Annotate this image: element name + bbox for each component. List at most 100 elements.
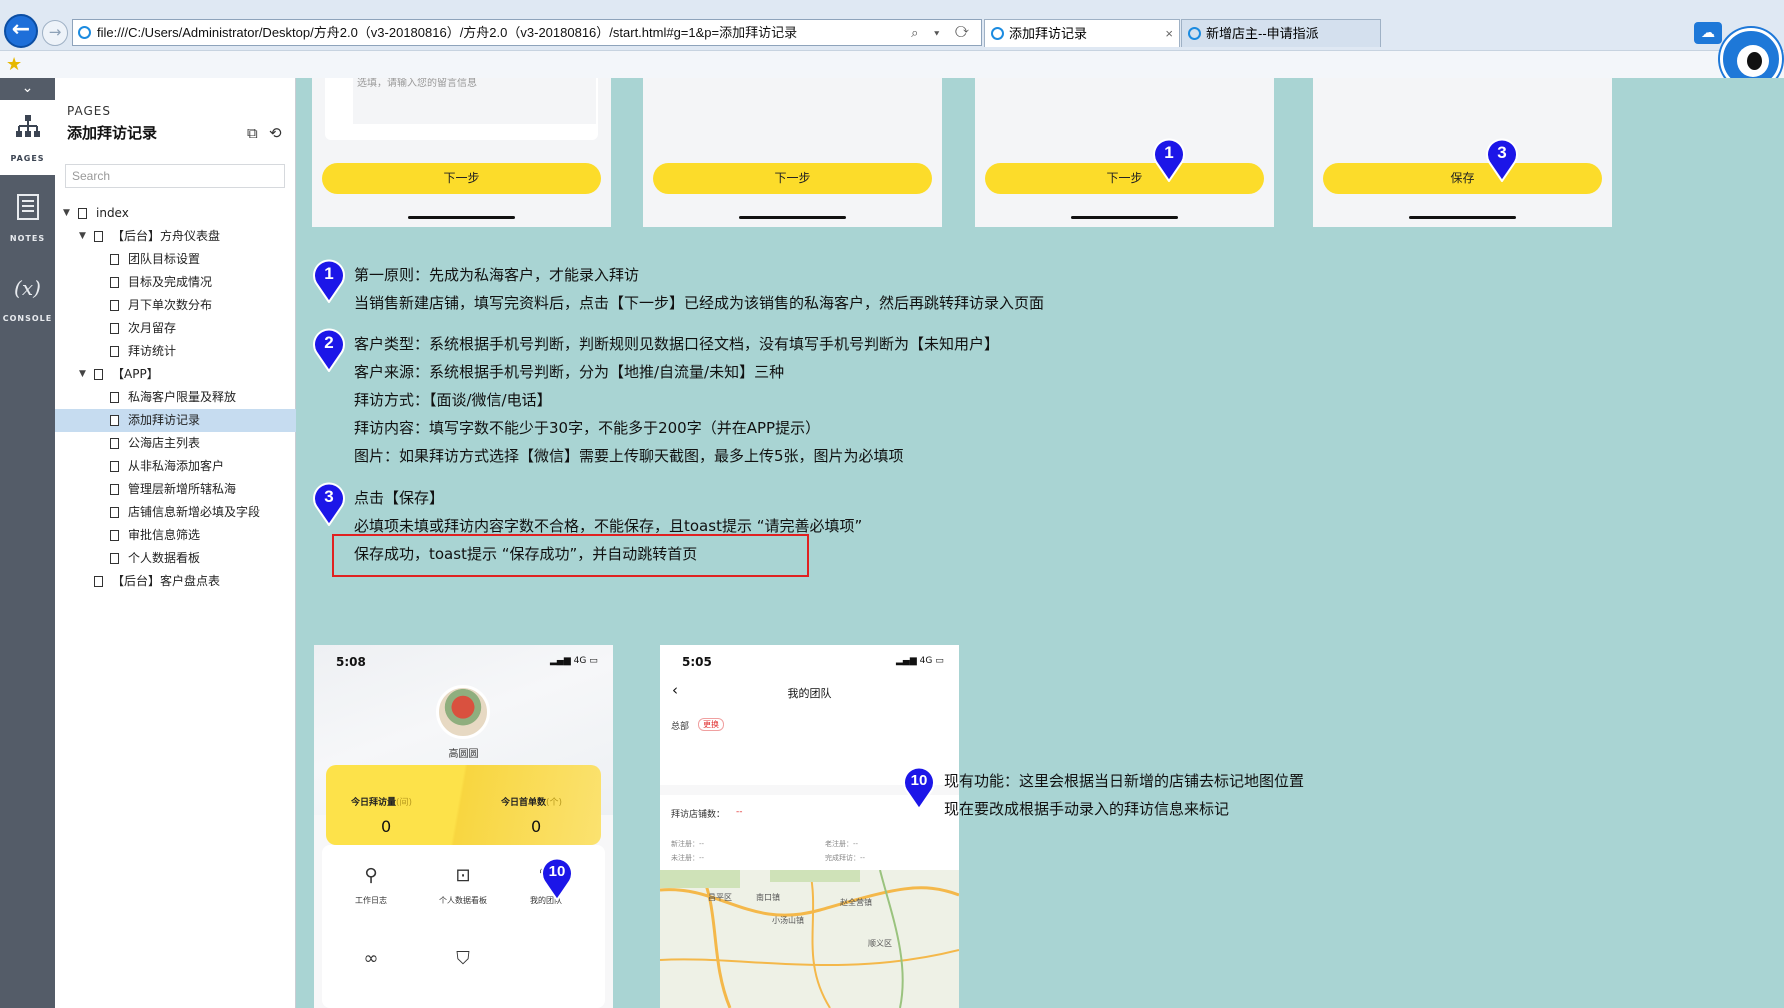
next-button[interactable]: 下一步 (322, 163, 601, 194)
tree-node[interactable]: ▼ 【APP】 (55, 363, 296, 386)
close-icon[interactable]: × (1165, 20, 1173, 47)
address-tools[interactable]: ⌕ ▾ ⟳ (911, 20, 975, 45)
tree-node[interactable]: 团队目标设置 (55, 248, 296, 271)
mini-stat: 老注册：-- (825, 840, 859, 848)
status-time: 5:08 (336, 655, 366, 669)
tree-node[interactable]: 次月留存 (55, 317, 296, 340)
tree-node[interactable]: 管理层新增所辖私海 (55, 478, 296, 501)
search-input[interactable] (65, 164, 285, 188)
tree-node[interactable]: 月下单次数分布 (55, 294, 296, 317)
tree-node[interactable]: ▼ index (55, 202, 296, 225)
user-name: 高圆圆 (448, 749, 479, 760)
next-button[interactable]: 下一步 (653, 163, 932, 194)
save-button[interactable]: 保存 (1323, 163, 1602, 194)
page-icon (110, 277, 119, 288)
tree-node-label: 管理层新增所辖私海 (128, 482, 237, 496)
screen-step-2: 下一步 (643, 78, 942, 227)
tree-node-label: 次月留存 (128, 321, 177, 335)
chart-icon[interactable]: ⊡ (443, 865, 483, 886)
panel-kicker: PAGES (67, 104, 111, 118)
tree-node[interactable]: 审批信息筛选 (55, 524, 296, 547)
mini-stat: 完成拜访：-- (825, 854, 866, 862)
tree-node[interactable]: 个人数据看板 (55, 547, 296, 570)
team-header: 5:05 ▂▄▆ 4G ▭ ‹ 我的团队 总部 更换 (660, 645, 959, 785)
page-title: 我的团队 (787, 687, 832, 700)
tab-add-visit-record[interactable]: 添加拜访记录 × (984, 19, 1180, 47)
annotation-pin-1[interactable]: 1 (312, 259, 346, 303)
mini-stat: 未注册：-- (671, 854, 705, 862)
glasses-icon[interactable]: ∞ (351, 948, 391, 969)
tree-node[interactable]: 【后台】客户盘点表 (55, 570, 296, 593)
map-label: 昌平区 (708, 893, 732, 902)
rail-label: NOTES (9, 234, 46, 243)
tree-node[interactable]: 公海店主列表 (55, 432, 296, 455)
stat-label: 今日首单数(个) (501, 798, 563, 808)
pin-number: 3 (1497, 143, 1507, 162)
next-button[interactable]: 下一步 (985, 163, 1264, 194)
tree-node-label: 【后台】客户盘点表 (112, 574, 221, 588)
network-label: 4G (573, 656, 587, 666)
menu-label[interactable]: 个人数据看板 (418, 895, 508, 906)
page-icon (110, 392, 119, 403)
tree-node[interactable]: 拜访统计 (55, 340, 296, 363)
annotation-line: 拜访方式：【面谈/微信/电话】 (354, 391, 552, 409)
page-icon (110, 323, 119, 334)
expand-toggle-icon[interactable]: ▼ (79, 225, 89, 248)
page-icon (94, 576, 103, 587)
bulb-icon[interactable]: ⚲ (351, 865, 391, 886)
rail-pages[interactable]: PAGES (0, 100, 55, 175)
home-indicator (1409, 216, 1516, 219)
tree-node[interactable]: ▼ 【后台】方舟仪表盘 (55, 225, 296, 248)
forward-arrow-icon[interactable]: → (42, 20, 68, 46)
expand-toggle-icon[interactable]: ▼ (63, 202, 73, 225)
annotation-pin-3[interactable]: 3 (312, 482, 346, 526)
annotation-pin-10-note[interactable]: 10 (902, 766, 936, 810)
annotation-line: 客户类型：系统根据手机号判断，判断规则见数据口径文档，没有填写手机号判断为【未知… (354, 335, 1000, 353)
tree-node[interactable]: 目标及完成情况 (55, 271, 296, 294)
screen-step-4: 保存 3 (1313, 78, 1612, 227)
stats-card: 今日拜访量(间) 0 今日首单数(个) 0 (326, 765, 601, 845)
tab-label: 新增店主--申请指派 (1206, 26, 1319, 41)
visit-value: -- (736, 807, 743, 817)
export-icon[interactable]: ⧉ (247, 124, 258, 142)
annotation-pin[interactable]: 3 (1485, 138, 1519, 182)
home-indicator (408, 216, 515, 219)
annotation-pin[interactable]: 1 (1152, 138, 1186, 182)
annotation-pin-10[interactable]: 10 (540, 857, 574, 901)
favorites-star-icon[interactable]: ★ (6, 54, 22, 75)
annotation-2-text: 客户类型：系统根据手机号判断，判断规则见数据口径文档，没有填写手机号判断为【未知… (354, 330, 999, 470)
chevron-down-icon[interactable]: ⌄ (0, 78, 55, 98)
pin-icon[interactable]: ⟲ (269, 124, 282, 142)
annotation-pin-2[interactable]: 2 (312, 328, 346, 372)
tree-node[interactable]: 私海客户限量及释放 (55, 386, 296, 409)
map-roads (660, 870, 959, 1008)
rail-console[interactable]: (x) CONSOLE (0, 260, 55, 335)
tree-node-label: index (96, 206, 129, 220)
shield-icon[interactable]: ⛉ (443, 948, 483, 969)
address-bar[interactable]: file:///C:/Users/Administrator/Desktop/方… (72, 19, 982, 46)
stat-value: 0 (381, 817, 392, 836)
visit-label: 拜访店铺数： (671, 810, 726, 820)
tree-node[interactable]: 店铺信息新增必填及字段 (55, 501, 296, 524)
tab-new-shop-owner[interactable]: 新增店主--申请指派 (1181, 19, 1381, 47)
pin-number: 3 (324, 487, 334, 506)
annotation-line: 客户来源：系统根据手机号判断，分为【地推/自流量/未知】三种 (354, 363, 785, 381)
tree-node-selected[interactable]: 添加拜访记录 (55, 409, 296, 432)
cloud-icon[interactable]: ☁ (1694, 22, 1722, 44)
network-label: 4G (919, 656, 933, 666)
rail-notes[interactable]: NOTES (0, 180, 55, 255)
tree-node-label: 团队目标设置 (128, 252, 201, 266)
pin-number: 10 (548, 863, 566, 880)
expand-toggle-icon[interactable]: ▼ (79, 363, 89, 386)
rail-label: CONSOLE (2, 314, 53, 323)
tree-node-label: 审批信息筛选 (128, 528, 201, 542)
menu-label[interactable]: 工作日志 (326, 895, 416, 906)
tree-node-label: 个人数据看板 (128, 551, 201, 565)
annotation-10-text: 现有功能：这里会根据当日新增的店铺去标记地图位置 现在要改成根据手动录入的拜访信… (944, 767, 1304, 823)
avatar[interactable] (436, 685, 490, 739)
tree-node[interactable]: 从非私海添加客户 (55, 455, 296, 478)
tree-node-label: 目标及完成情况 (128, 275, 213, 289)
change-badge[interactable]: 更换 (698, 718, 724, 731)
back-arrow-icon[interactable]: ← (4, 14, 38, 48)
visit-map[interactable]: 昌平区 南口镇 小汤山镇 赵全营镇 顺义区 (660, 870, 959, 1008)
